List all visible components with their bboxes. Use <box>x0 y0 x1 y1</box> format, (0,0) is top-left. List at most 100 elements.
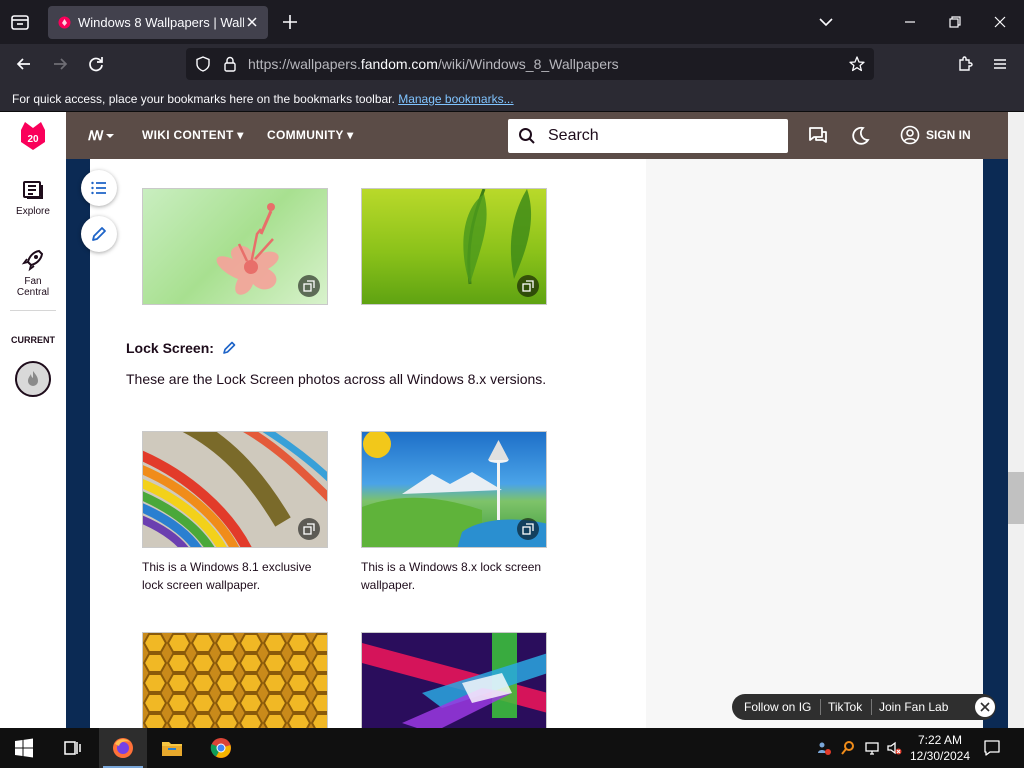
expand-icon <box>522 523 534 535</box>
restore-icon[interactable] <box>945 12 965 32</box>
image-caption: This is a Windows 8.x lock screen wallpa… <box>361 560 542 592</box>
wallpaper-thumbnail[interactable] <box>142 431 328 548</box>
system-clock[interactable]: 7:22 AM 12/30/2024 <box>906 732 974 764</box>
task-view-button[interactable] <box>48 728 96 768</box>
chrome-taskbar-button[interactable] <box>197 728 245 768</box>
bookmarks-toolbar: For quick access, place your bookmarks h… <box>0 84 1024 112</box>
rail-current-label: CURRENT <box>11 335 55 345</box>
people-icon[interactable] <box>816 740 832 756</box>
explore-icon <box>23 181 43 199</box>
tab-bar: Windows 8 Wallpapers | Wallpa <box>0 0 1024 44</box>
close-social-bar-button[interactable] <box>975 697 995 717</box>
network-icon[interactable] <box>864 740 880 756</box>
pencil-icon <box>92 227 106 241</box>
close-window-icon[interactable] <box>990 12 1010 32</box>
explore-label: Explore <box>16 206 50 217</box>
tracking-protection-icon[interactable] <box>194 55 212 73</box>
fan-central-label-2: Central <box>16 287 50 298</box>
expand-icon <box>303 523 315 535</box>
list-icon <box>91 181 106 195</box>
svg-text:ꟿ: ꟿ <box>88 128 104 143</box>
wallpaper-thumbnail[interactable] <box>361 431 547 548</box>
address-bar[interactable]: https://wallpapers.fandom.com/wiki/Windo… <box>186 48 874 80</box>
right-rail <box>646 159 983 728</box>
search-placeholder: Search <box>548 127 599 144</box>
lock-icon[interactable] <box>222 55 238 73</box>
windows-logo-icon <box>15 738 33 758</box>
minimize-icon[interactable] <box>900 12 920 32</box>
fan-central-label-1: Fan <box>24 276 42 287</box>
social-divider <box>820 699 821 715</box>
section-heading: Lock Screen: <box>126 340 214 356</box>
task-view-icon <box>64 741 81 755</box>
page-scrollbar[interactable] <box>1008 112 1024 728</box>
back-icon[interactable] <box>14 54 34 74</box>
search-tray-icon[interactable] <box>840 740 856 756</box>
browser-tab[interactable]: Windows 8 Wallpapers | Wallpa <box>48 6 268 39</box>
expand-image-button[interactable] <box>517 275 539 297</box>
expand-image-button[interactable] <box>298 275 320 297</box>
wallpaper-thumbnail[interactable] <box>361 632 547 728</box>
menu-icon[interactable] <box>990 54 1010 74</box>
rail-explore[interactable]: Explore <box>0 178 66 217</box>
scrollbar-thumb[interactable] <box>1008 472 1024 524</box>
tiktok-link[interactable]: TikTok <box>828 700 862 714</box>
section-description: These are the Lock Screen photos across … <box>126 371 547 387</box>
wallpaper-thumbnail[interactable] <box>142 632 328 728</box>
new-tab-icon[interactable] <box>280 12 300 32</box>
wiki-flame-icon <box>28 371 38 386</box>
clock-date: 12/30/2024 <box>909 749 971 763</box>
bookmark-star-icon[interactable] <box>848 55 866 73</box>
search-input[interactable]: Search <box>508 119 788 153</box>
url-text[interactable]: https://wallpapers.fandom.com/wiki/Windo… <box>248 56 619 72</box>
expand-icon <box>303 280 315 292</box>
honeycomb-image <box>143 633 327 728</box>
notifications-icon[interactable] <box>982 738 1002 758</box>
edit-page-button[interactable] <box>81 216 117 252</box>
firefox-icon <box>113 738 133 758</box>
rail-divider <box>10 310 56 311</box>
expand-icon <box>522 280 534 292</box>
geometric-shapes-image <box>362 633 546 728</box>
start-button[interactable] <box>0 728 48 768</box>
dark-mode-icon[interactable] <box>849 125 871 147</box>
fandom-favicon-icon <box>58 16 71 29</box>
expand-image-button[interactable] <box>517 518 539 540</box>
search-icon <box>519 128 535 144</box>
list-all-tabs-icon[interactable] <box>816 12 836 32</box>
wiki-header: ꟿ WIKI CONTENT ▾ COMMUNITY ▾ Search SIGN… <box>66 112 1008 159</box>
join-fan-lab-link[interactable]: Join Fan Lab <box>879 700 948 714</box>
navigation-toolbar: https://wallpapers.fandom.com/wiki/Windo… <box>0 44 1024 84</box>
extensions-icon[interactable] <box>955 54 975 74</box>
expand-image-button[interactable] <box>298 518 320 540</box>
firefox-taskbar-button[interactable] <box>99 728 147 768</box>
manage-bookmarks-link[interactable]: Manage bookmarks... <box>398 92 513 106</box>
bookmarks-hint: For quick access, place your bookmarks h… <box>12 92 514 106</box>
user-icon <box>900 125 920 145</box>
wallpaper-thumbnail[interactable] <box>142 188 328 305</box>
windows-taskbar: 7:22 AM 12/30/2024 <box>0 728 1024 768</box>
social-divider <box>871 699 872 715</box>
follow-instagram-link[interactable]: Follow on IG <box>744 700 811 714</box>
close-tab-icon[interactable] <box>244 14 260 30</box>
discussions-icon[interactable] <box>807 125 829 147</box>
image-caption: This is a Windows 8.1 exclusive lock scr… <box>142 560 312 592</box>
edit-section-icon[interactable] <box>222 340 237 355</box>
close-icon <box>980 702 990 712</box>
fandom-logo-icon[interactable]: 20 <box>19 120 47 152</box>
forward-icon[interactable] <box>50 54 70 74</box>
community-menu[interactable]: COMMUNITY ▾ <box>267 128 353 142</box>
chrome-icon <box>210 738 231 758</box>
wiki-menu-icon[interactable]: ꟿ <box>88 128 118 144</box>
volume-muted-icon[interactable] <box>886 740 902 756</box>
tab-list-icon[interactable] <box>8 10 32 34</box>
wiki-content-menu[interactable]: WIKI CONTENT ▾ <box>142 128 244 142</box>
table-of-contents-button[interactable] <box>81 170 117 206</box>
fandom-logo-number: 20 <box>27 134 39 145</box>
current-wiki-avatar[interactable] <box>15 361 51 397</box>
rail-fan-central[interactable]: Fan Central <box>0 248 66 298</box>
wallpaper-thumbnail[interactable] <box>361 188 547 305</box>
reload-icon[interactable] <box>86 54 106 74</box>
file-explorer-taskbar-button[interactable] <box>148 728 196 768</box>
sign-in-label: SIGN IN <box>926 128 971 142</box>
